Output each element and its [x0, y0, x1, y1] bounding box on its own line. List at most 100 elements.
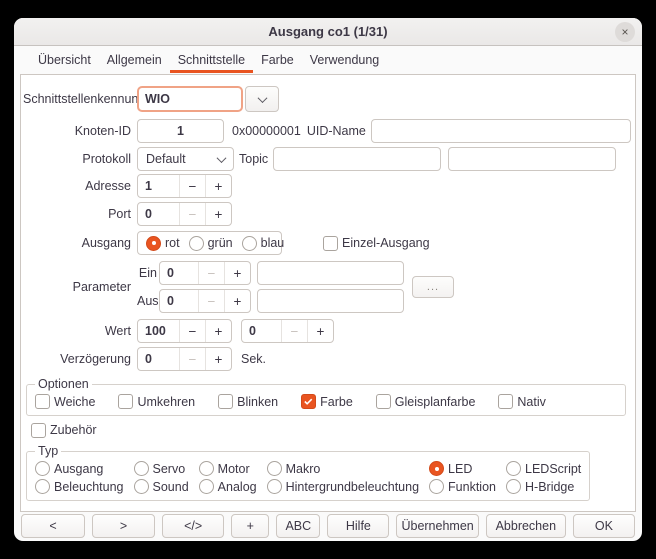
label-ein: Ein	[137, 266, 157, 280]
topic-input-1[interactable]	[273, 147, 441, 171]
checkbox-nativ[interactable]: Nativ	[498, 394, 545, 409]
wert-spinbox-1: 100 − +	[137, 319, 232, 343]
tab-content-panel: Schnittstellenkennung Knoten-ID 0x000000…	[20, 74, 636, 512]
checkbox-label: Weiche	[54, 395, 95, 409]
address-value[interactable]: 1	[138, 175, 179, 197]
param-aus-value[interactable]: 0	[160, 290, 198, 312]
radio-label: Makro	[286, 462, 321, 476]
node-id-input[interactable]	[137, 119, 224, 143]
radio-dot	[242, 236, 257, 251]
radio-label: Hintergrundbeleuchtung	[286, 480, 419, 494]
interface-id-dropdown-button[interactable]	[245, 86, 279, 112]
wert-1-increment-button[interactable]: +	[205, 320, 231, 342]
radio-makro[interactable]: Makro	[267, 461, 419, 476]
tab-allgemein[interactable]: Allgemein	[99, 46, 170, 74]
param-ein-text-input[interactable]	[257, 261, 404, 285]
checkbox-box	[31, 423, 46, 438]
ok-button[interactable]: OK	[573, 514, 635, 538]
radio-blau[interactable]: blau	[242, 236, 285, 251]
next-button[interactable]: >	[92, 514, 155, 538]
radio-sound[interactable]: Sound	[134, 479, 189, 494]
param-aus-text-input[interactable]	[257, 289, 404, 313]
port-increment-button[interactable]: +	[205, 203, 231, 225]
checkbox-label: Einzel-Ausgang	[342, 236, 430, 250]
port-value[interactable]: 0	[138, 203, 179, 225]
address-decrement-button[interactable]: −	[179, 175, 205, 197]
tab-uebersicht[interactable]: Übersicht	[30, 46, 99, 74]
checkbox-box	[218, 394, 233, 409]
param-aus-increment-button[interactable]: +	[224, 290, 250, 312]
port-decrement-button[interactable]: −	[179, 203, 205, 225]
abc-button[interactable]: ABC	[276, 514, 320, 538]
tab-schnittstelle[interactable]: Schnittstelle	[170, 46, 253, 74]
address-increment-button[interactable]: +	[205, 175, 231, 197]
footer-button-row: < > </> + ABC Hilfe Übernehmen Abbrechen…	[14, 512, 642, 541]
radio-funktion[interactable]: Funktion	[429, 479, 496, 494]
prev-button[interactable]: <	[21, 514, 85, 538]
checkbox-farbe[interactable]: Farbe	[301, 394, 353, 409]
label-port: Port	[23, 207, 137, 221]
checkbox-gleisplanfarbe[interactable]: Gleisplanfarbe	[376, 394, 476, 409]
tab-verwendung[interactable]: Verwendung	[302, 46, 388, 74]
wert-2-value[interactable]: 0	[242, 320, 281, 342]
tab-label: Übersicht	[38, 53, 91, 67]
radio-label: Servo	[153, 462, 186, 476]
uid-name-input[interactable]	[371, 119, 631, 143]
radio-ausgang[interactable]: Ausgang	[35, 461, 124, 476]
cancel-button[interactable]: Abbrechen	[486, 514, 566, 538]
radio-hintergrundbeleuchtung[interactable]: Hintergrundbeleuchtung	[267, 479, 419, 494]
wert-1-decrement-button[interactable]: −	[179, 320, 205, 342]
wert-1-value[interactable]: 100	[138, 320, 179, 342]
address-row: Adresse 1 − +	[23, 174, 631, 198]
chevron-down-icon	[257, 93, 267, 103]
single-output-checkbox[interactable]: Einzel-Ausgang	[323, 236, 430, 251]
tab-bar: Übersicht Allgemein Schnittstelle Farbe …	[14, 46, 642, 74]
checkbox-box	[498, 394, 513, 409]
radio-led[interactable]: LED	[429, 461, 496, 476]
port-row: Port 0 − +	[23, 202, 631, 226]
apply-button[interactable]: Übernehmen	[396, 514, 478, 538]
output-color-radio-group: rot grün blau	[137, 231, 282, 255]
wert-2-decrement-button[interactable]: −	[281, 320, 307, 342]
topic-input-2[interactable]	[448, 147, 616, 171]
param-ein-value[interactable]: 0	[160, 262, 198, 284]
protocol-select[interactable]: Default	[137, 147, 234, 171]
checkbox-blinken[interactable]: Blinken	[218, 394, 278, 409]
radio-motor[interactable]: Motor	[199, 461, 257, 476]
radio-beleuchtung[interactable]: Beleuchtung	[35, 479, 124, 494]
delay-value[interactable]: 0	[138, 348, 179, 370]
radio-label: LED	[448, 462, 472, 476]
interface-id-input[interactable]	[137, 86, 243, 112]
radio-ledscript[interactable]: LEDScript	[506, 461, 581, 476]
tab-farbe[interactable]: Farbe	[253, 46, 302, 74]
radio-gruen[interactable]: grün	[189, 236, 233, 251]
radio-analog[interactable]: Analog	[199, 479, 257, 494]
checkbox-umkehren[interactable]: Umkehren	[118, 394, 195, 409]
label-schnittstellenkennung: Schnittstellenkennung	[23, 92, 137, 106]
zubehoer-checkbox[interactable]: Zubehör	[31, 422, 631, 438]
delay-decrement-button[interactable]: −	[179, 348, 205, 370]
param-aus-decrement-button[interactable]: −	[198, 290, 224, 312]
delay-increment-button[interactable]: +	[205, 348, 231, 370]
code-button[interactable]: </>	[162, 514, 224, 538]
radio-hbridge[interactable]: H-Bridge	[506, 479, 581, 494]
param-more-button[interactable]: ...	[412, 276, 454, 298]
checkbox-weiche[interactable]: Weiche	[35, 394, 95, 409]
titlebar[interactable]: Ausgang co1 (1/31) ×	[14, 18, 642, 46]
checkbox-box	[35, 394, 50, 409]
label-protokoll: Protokoll	[23, 152, 137, 166]
radio-servo[interactable]: Servo	[134, 461, 189, 476]
radio-rot[interactable]: rot	[146, 236, 180, 251]
interface-id-row: Schnittstellenkennung	[23, 86, 631, 112]
help-button[interactable]: Hilfe	[327, 514, 389, 538]
wert-2-increment-button[interactable]: +	[307, 320, 333, 342]
radio-dot	[189, 236, 204, 251]
param-ein-increment-button[interactable]: +	[224, 262, 250, 284]
node-id-hex-value: 0x00000001	[232, 124, 301, 138]
wert-spinbox-2: 0 − +	[241, 319, 334, 343]
protocol-row: Protokoll Default Topic	[23, 147, 631, 171]
add-button[interactable]: +	[231, 514, 269, 538]
checkbox-box	[376, 394, 391, 409]
param-ein-decrement-button[interactable]: −	[198, 262, 224, 284]
close-button[interactable]: ×	[615, 22, 635, 42]
